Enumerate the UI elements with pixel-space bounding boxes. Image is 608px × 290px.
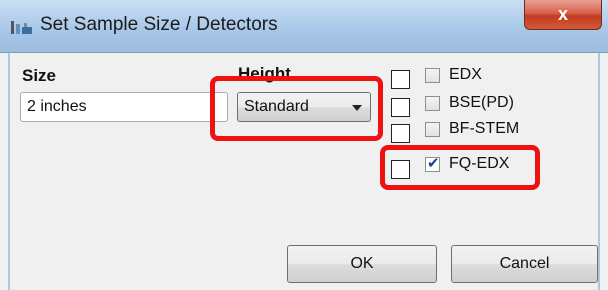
dialog-window: Set Sample Size / Detectors x Size 2 inc… (0, 0, 608, 290)
detector-bfstem-label: BF-STEM (449, 120, 520, 137)
detector-edx-outer-checkbox[interactable] (391, 70, 410, 89)
close-button[interactable]: x (524, 0, 602, 30)
detector-bse-checkbox[interactable] (425, 96, 440, 111)
detector-edx-checkbox[interactable] (425, 68, 440, 83)
title-bar[interactable]: Set Sample Size / Detectors x (0, 0, 608, 53)
fqedx-highlight (380, 145, 540, 190)
size-dropdown-value: 2 inches (27, 98, 87, 115)
window-frame-right (598, 53, 600, 290)
app-icon (10, 18, 34, 36)
cancel-button[interactable]: Cancel (451, 245, 598, 283)
detector-bse-outer-checkbox[interactable] (391, 98, 410, 117)
detector-edx-label: EDX (449, 66, 482, 83)
ok-button[interactable]: OK (287, 245, 437, 283)
size-dropdown[interactable]: 2 inches (20, 92, 228, 122)
detector-bse-label: BSE(PD) (449, 94, 514, 111)
size-label: Size (22, 66, 57, 85)
detector-bfstem-outer-checkbox[interactable] (391, 124, 410, 143)
window-title: Set Sample Size / Detectors (40, 14, 278, 35)
window-frame-left (8, 53, 10, 290)
height-highlight (210, 76, 383, 141)
detector-bfstem-checkbox[interactable] (425, 122, 440, 137)
